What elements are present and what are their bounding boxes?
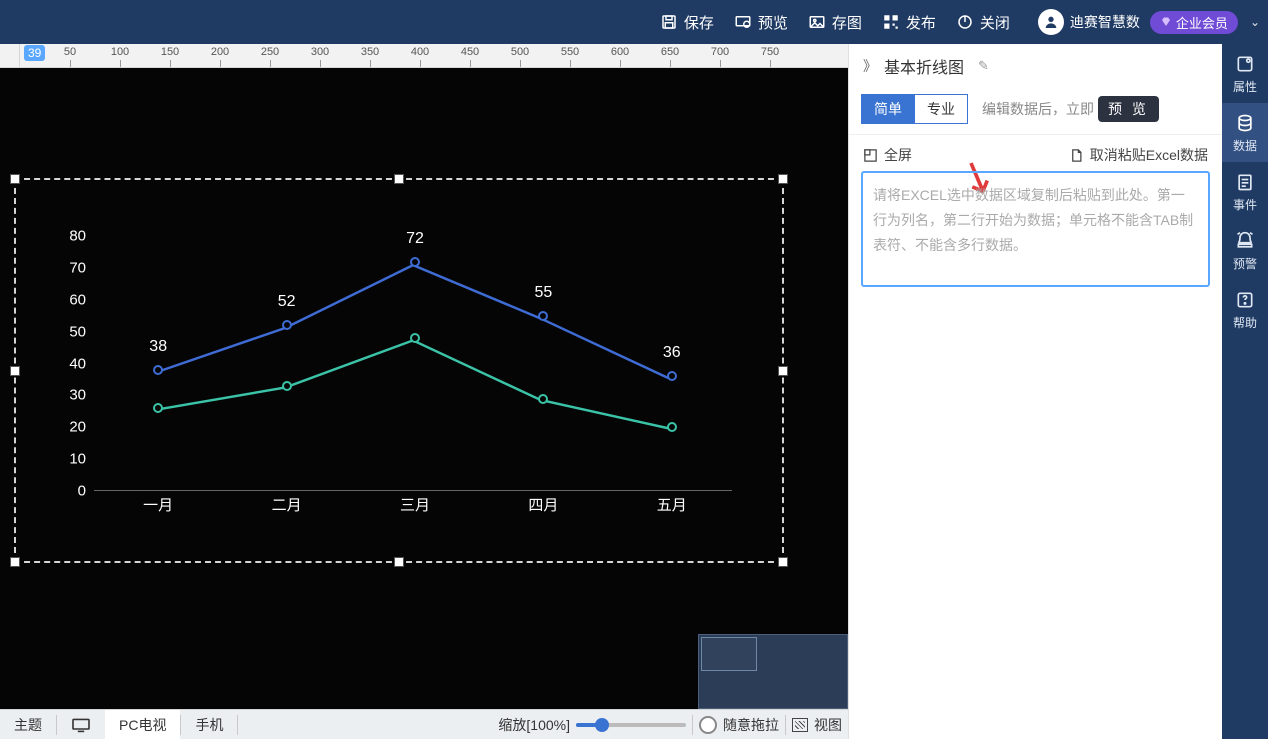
right-rail: 属性 数据 事件 预警 帮助	[1222, 44, 1268, 739]
y-tick: 70	[56, 259, 86, 276]
minimap[interactable]	[698, 634, 848, 709]
y-tick: 40	[56, 355, 86, 372]
publish-button[interactable]: 发布	[882, 12, 936, 33]
data-point	[667, 371, 677, 381]
close-button[interactable]: 关闭	[956, 12, 1010, 33]
x-tick: 一月	[143, 494, 173, 515]
user-menu[interactable]: 迪赛智慧数 企业会员 ⌄	[1038, 9, 1260, 35]
brand-name: 迪赛智慧数	[1070, 12, 1140, 32]
diamond-icon	[1160, 16, 1172, 28]
data-label: 52	[278, 293, 296, 311]
event-icon	[1235, 172, 1255, 192]
y-tick: 20	[56, 419, 86, 436]
image-icon	[808, 13, 826, 31]
attributes-icon	[1235, 54, 1255, 74]
x-tick: 三月	[400, 494, 430, 515]
fullscreen-icon	[863, 148, 878, 163]
data-point	[282, 381, 292, 391]
y-tick: 10	[56, 451, 86, 468]
device-icon[interactable]	[57, 710, 105, 739]
y-tick: 80	[56, 228, 86, 245]
hint-text: 编辑数据后，立即	[982, 99, 1094, 119]
data-point	[538, 394, 548, 404]
cursor-position-badge: 39	[24, 45, 45, 61]
chevron-down-icon: ⌄	[1250, 15, 1260, 29]
avatar-icon	[1038, 9, 1064, 35]
alert-icon	[1235, 231, 1255, 251]
rail-tab-data[interactable]: 数据	[1222, 103, 1268, 162]
qr-icon	[882, 13, 900, 31]
panel-preview-button[interactable]: 预 览	[1098, 96, 1159, 122]
data-point	[153, 365, 163, 375]
panel-title: 基本折线图	[884, 54, 964, 78]
rail-tab-event[interactable]: 事件	[1222, 162, 1268, 221]
minimap-viewport[interactable]	[701, 637, 757, 671]
save-button[interactable]: 保存	[660, 12, 714, 33]
database-icon	[1235, 113, 1255, 133]
preview-button[interactable]: 预览	[734, 12, 788, 33]
mode-pro-tab[interactable]: 专业	[915, 94, 968, 124]
view-label: 视图	[814, 715, 842, 735]
file-icon	[1069, 148, 1084, 163]
x-tick: 二月	[272, 494, 302, 515]
data-point	[153, 403, 163, 413]
y-tick: 30	[56, 387, 86, 404]
data-label: 55	[534, 284, 552, 302]
edit-title-icon[interactable]: ✎	[978, 58, 989, 74]
y-tick: 50	[56, 323, 86, 340]
cancel-paste-button[interactable]: 取消粘贴Excel数据	[1069, 145, 1208, 165]
monitor-icon	[71, 717, 91, 733]
view-icon[interactable]	[792, 718, 808, 732]
bottom-bar: 主题 PC电视 手机 缩放[100%] 随意拖拉 视图	[0, 709, 848, 739]
data-point	[282, 320, 292, 330]
y-tick: 60	[56, 291, 86, 308]
x-tick: 四月	[528, 494, 558, 515]
ruler-corner	[0, 44, 20, 68]
canvas[interactable]: 0 10 20 30 40 50 60 70 80 38 52 72 55 36 一月 二月 三月 四月 五月	[0, 68, 848, 709]
data-label: 72	[406, 230, 424, 248]
data-point	[538, 311, 548, 321]
zoom-slider[interactable]	[576, 723, 686, 727]
saveimage-button[interactable]: 存图	[808, 12, 862, 33]
free-drag-label: 随意拖拉	[723, 715, 779, 735]
mode-simple-tab[interactable]: 简单	[861, 94, 915, 124]
power-icon	[956, 13, 974, 31]
preview-icon	[734, 13, 752, 31]
collapse-panel-icon[interactable]: 》	[863, 56, 874, 76]
theme-button[interactable]: 主题	[0, 710, 56, 739]
data-label: 36	[663, 344, 681, 362]
rail-tab-alert[interactable]: 预警	[1222, 221, 1268, 280]
help-icon	[1235, 290, 1255, 310]
excel-paste-input[interactable]: 请将EXCEL选中数据区域复制后粘贴到此处。第一行为列名，第二行开始为数据；单元…	[861, 171, 1210, 287]
property-panel: 》 基本折线图 ✎ 简单 专业 编辑数据后，立即 预 览 全屏 取消粘贴Exce…	[848, 44, 1222, 739]
data-point	[410, 257, 420, 267]
device-pc-tab[interactable]: PC电视	[105, 710, 180, 739]
top-bar: 保存 预览 存图 发布 关闭 迪赛智慧数 企业会员 ⌄	[0, 0, 1268, 44]
data-point	[410, 333, 420, 343]
rail-tab-help[interactable]: 帮助	[1222, 280, 1268, 339]
y-tick: 0	[56, 483, 86, 500]
zoom-label: 缩放[100%]	[498, 715, 570, 735]
x-tick: 五月	[657, 494, 687, 515]
selected-widget[interactable]: 0 10 20 30 40 50 60 70 80 38 52 72 55 36 一月 二月 三月 四月 五月	[14, 178, 784, 563]
fullscreen-button[interactable]: 全屏	[863, 145, 912, 165]
rail-tab-attributes[interactable]: 属性	[1222, 44, 1268, 103]
member-badge: 企业会员	[1150, 11, 1238, 34]
data-point	[667, 422, 677, 432]
data-label: 38	[149, 338, 167, 356]
save-icon	[660, 13, 678, 31]
device-mobile-tab[interactable]: 手机	[181, 710, 237, 739]
free-drag-toggle[interactable]	[699, 716, 717, 734]
